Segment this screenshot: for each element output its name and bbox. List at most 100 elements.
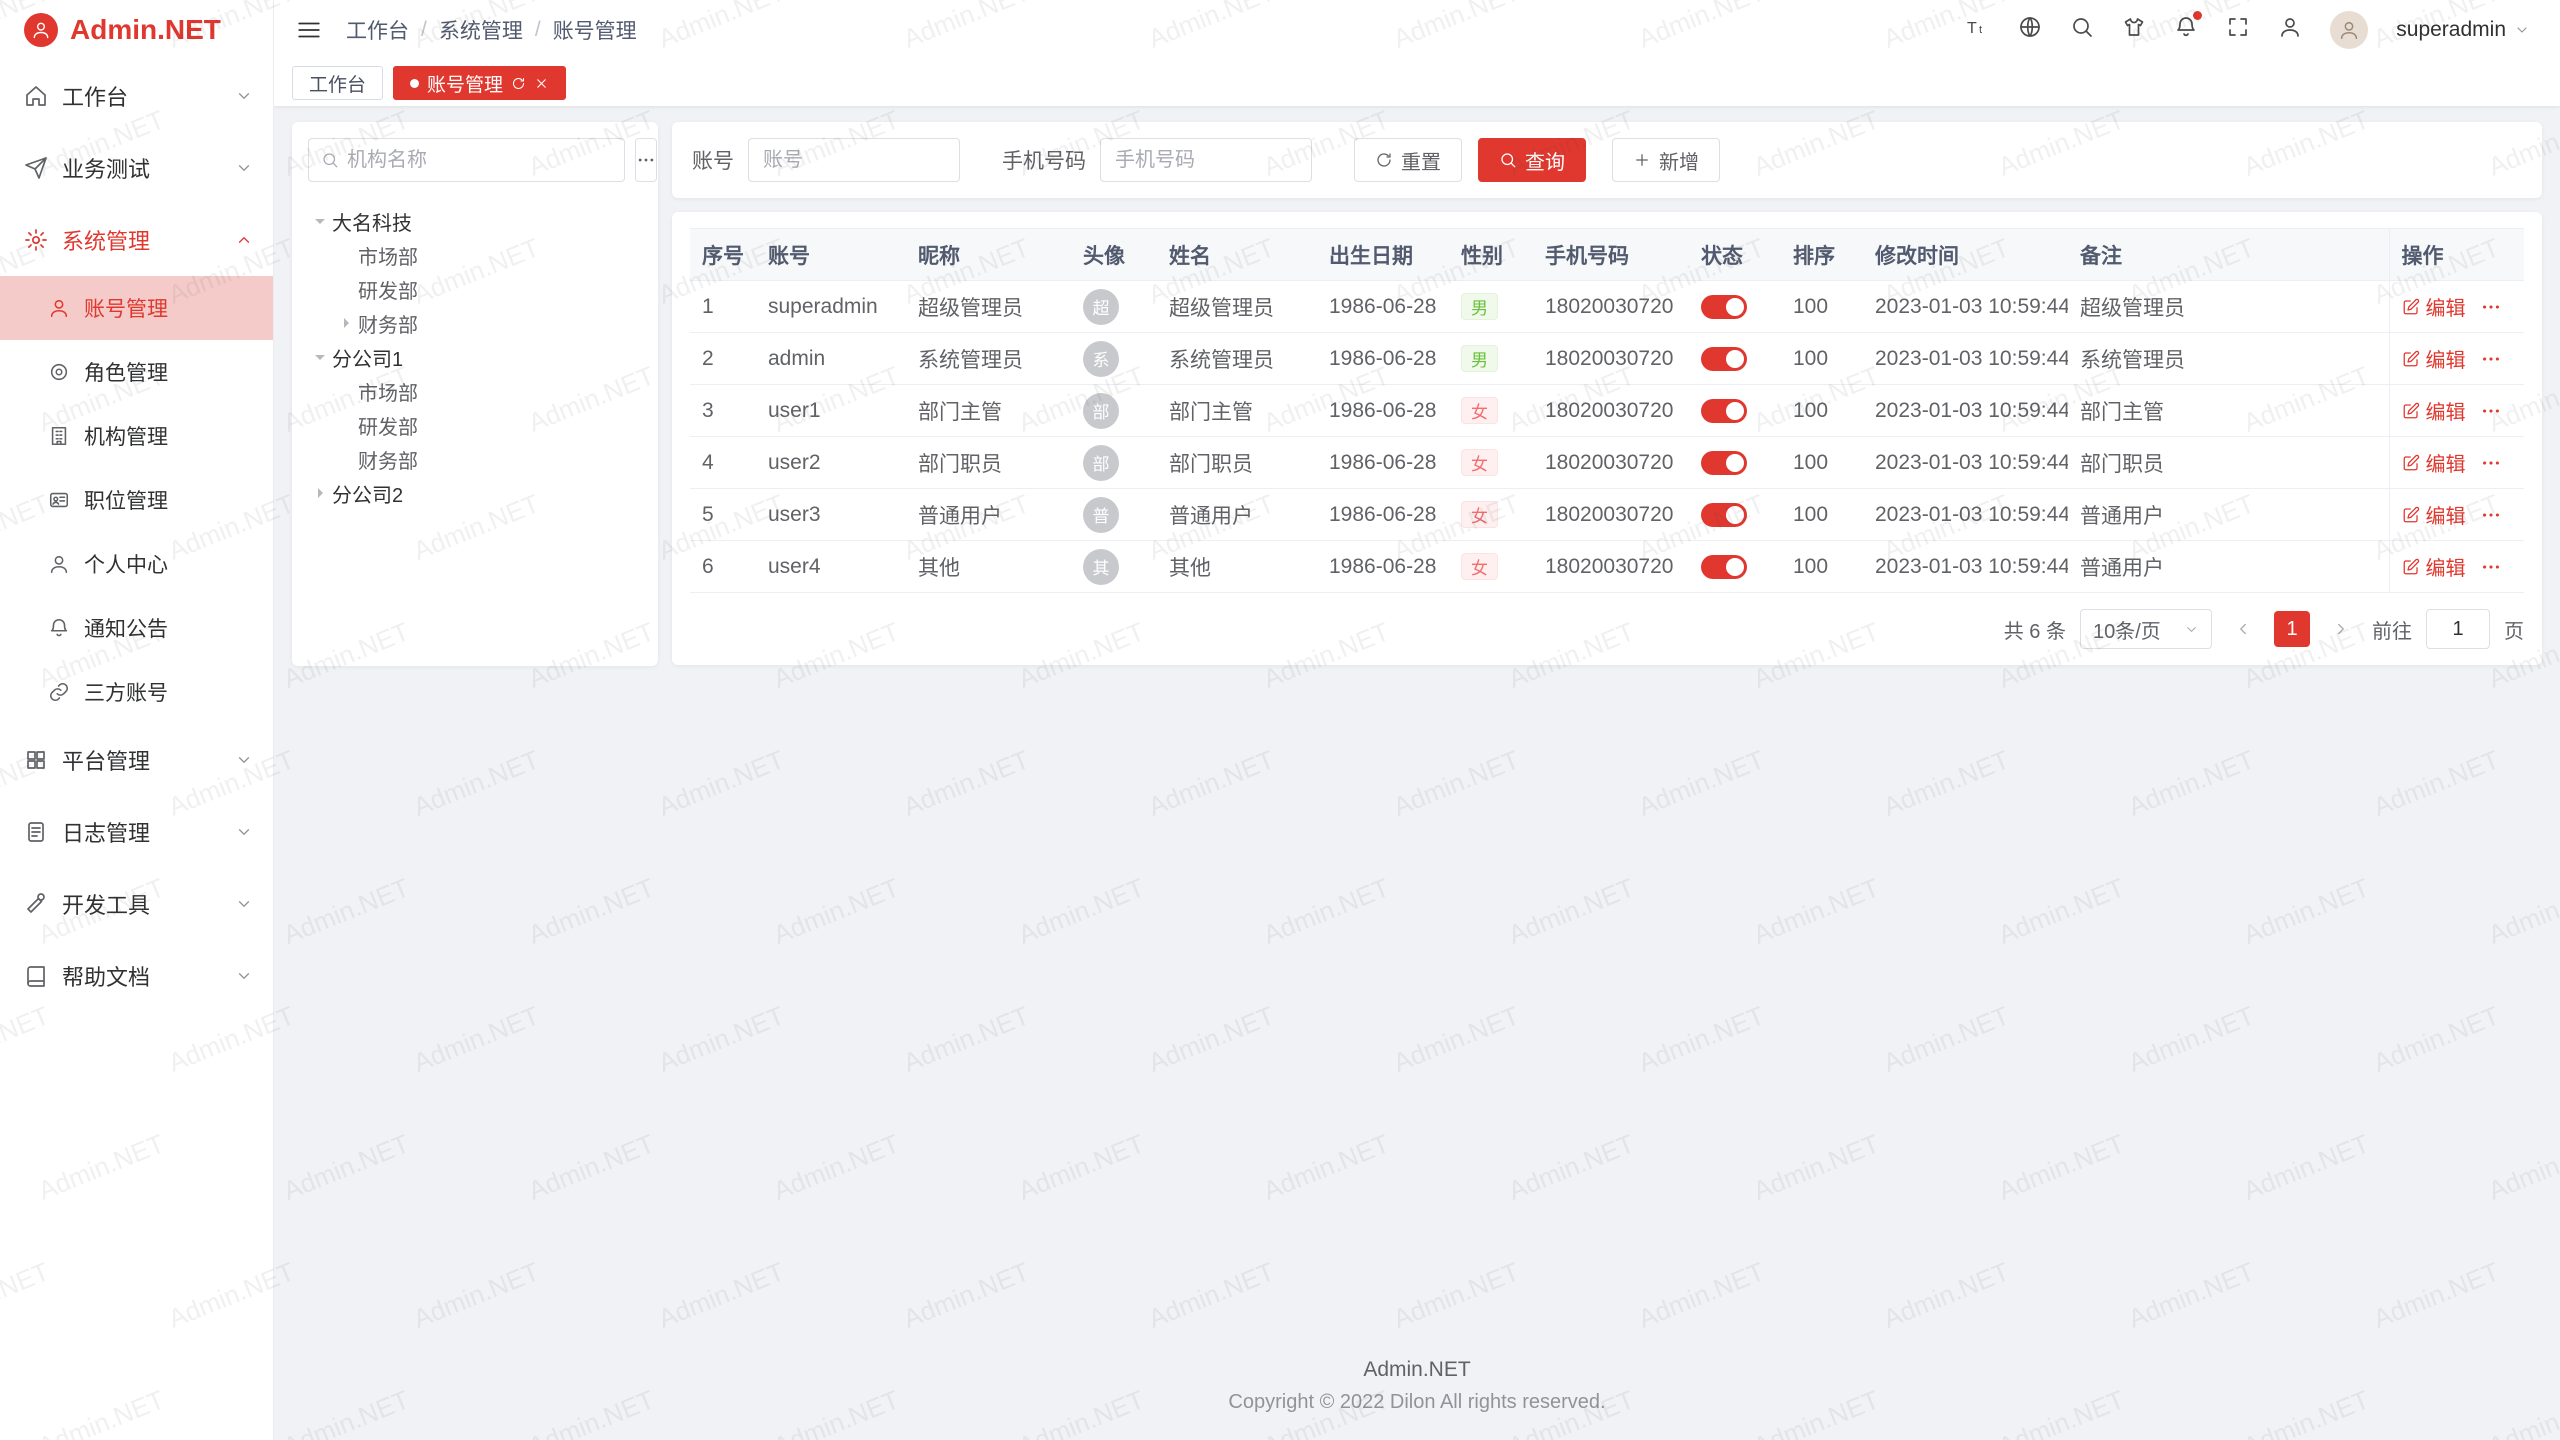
current-page-button[interactable]: 1 — [2274, 611, 2310, 647]
status-toggle[interactable] — [1701, 399, 1747, 423]
cell-nickname: 系统管理员 — [906, 333, 1071, 385]
row-more-icon[interactable] — [2480, 296, 2502, 318]
pagination-total: 共 6 条 — [2004, 615, 2066, 644]
tree-node[interactable]: 财务部 — [308, 442, 642, 476]
edit-button[interactable]: 编辑 — [2402, 552, 2466, 581]
sidebar-item-workbench[interactable]: 工作台 — [0, 60, 273, 132]
edit-button[interactable]: 编辑 — [2402, 448, 2466, 477]
language-icon[interactable] — [2018, 15, 2042, 45]
org-more-button[interactable] — [635, 138, 657, 182]
cell-modified-time: 2023-01-03 10:59:44 — [1863, 385, 2068, 437]
sidebar-item-system-mgmt[interactable]: 系统管理 — [0, 204, 273, 276]
profile-icon[interactable] — [2278, 15, 2302, 45]
font-size-icon[interactable]: Tt — [1966, 15, 1990, 45]
cell-modified-time: 2023-01-03 10:59:44 — [1863, 437, 2068, 489]
goto-page-input[interactable] — [2426, 609, 2490, 649]
sidebar-subitem-org-mgmt[interactable]: 机构管理 — [0, 404, 273, 468]
account-input[interactable] — [748, 138, 960, 182]
breadcrumb-item[interactable]: 系统管理 — [439, 15, 523, 45]
search-button[interactable]: 查询 — [1478, 138, 1586, 182]
row-more-icon[interactable] — [2480, 400, 2502, 422]
status-toggle[interactable] — [1701, 555, 1747, 579]
avatar-glyph — [2338, 19, 2360, 41]
sidebar-subitem-notice[interactable]: 通知公告 — [0, 596, 273, 660]
edit-button[interactable]: 编辑 — [2402, 500, 2466, 529]
sidebar-item-label: 日志管理 — [62, 816, 221, 848]
row-actions: 编辑 — [2402, 500, 2513, 529]
sidebar-item-biz-test[interactable]: 业务测试 — [0, 132, 273, 204]
tree-node[interactable]: 分公司2 — [308, 476, 642, 510]
status-toggle[interactable] — [1701, 347, 1747, 371]
tree-node[interactable]: 大名科技 — [308, 204, 642, 238]
sidebar-item-help-docs[interactable]: 帮助文档 — [0, 940, 273, 1012]
tree-node[interactable]: 研发部 — [308, 408, 642, 442]
tab-account-mgmt[interactable]: 账号管理 — [393, 66, 566, 100]
pagination: 共 6 条 10条/页 1 前往 页 — [690, 609, 2524, 649]
sidebar-subitem-role-mgmt[interactable]: 角色管理 — [0, 340, 273, 404]
cell-account: admin — [756, 333, 906, 385]
row-more-icon[interactable] — [2480, 504, 2502, 526]
cell-account: superadmin — [756, 281, 906, 333]
status-toggle[interactable] — [1701, 451, 1747, 475]
next-page-button[interactable] — [2324, 612, 2358, 646]
plus-icon — [1633, 151, 1651, 169]
user-avatar[interactable] — [2330, 11, 2368, 49]
edit-button[interactable]: 编辑 — [2402, 292, 2466, 321]
page-size-select[interactable]: 10条/页 — [2080, 609, 2212, 649]
sidebar-item-dev-tools[interactable]: 开发工具 — [0, 868, 273, 940]
tree-node[interactable]: 市场部 — [308, 238, 642, 272]
sidebar-item-label: 工作台 — [62, 80, 221, 112]
row-more-icon[interactable] — [2480, 348, 2502, 370]
cell-gender: 女 — [1449, 541, 1533, 593]
tree-caret-down-icon — [308, 345, 332, 369]
sidebar-item-log-mgmt[interactable]: 日志管理 — [0, 796, 273, 868]
edit-button[interactable]: 编辑 — [2402, 396, 2466, 425]
cell-operation: 编辑 — [2389, 333, 2524, 385]
row-avatar: 系 — [1083, 341, 1119, 377]
column-header: 姓名 — [1157, 229, 1317, 281]
prev-page-button[interactable] — [2226, 612, 2260, 646]
tree-node[interactable]: 研发部 — [308, 272, 642, 306]
breadcrumb-separator: / — [421, 18, 427, 42]
sidebar-subitem-account-mgmt[interactable]: 账号管理 — [0, 276, 273, 340]
sidebar-subitem-post-mgmt[interactable]: 职位管理 — [0, 468, 273, 532]
breadcrumb-item[interactable]: 工作台 — [346, 15, 409, 45]
user-table-card: 序号账号昵称头像姓名出生日期性别手机号码状态排序修改时间备注操作 1supera… — [672, 212, 2542, 665]
sidebar-subitem-label: 通知公告 — [84, 613, 168, 643]
profile-icon — [48, 553, 70, 575]
breadcrumb-item: 账号管理 — [553, 15, 637, 45]
column-header: 序号 — [690, 229, 756, 281]
sidebar-item-label: 开发工具 — [62, 888, 221, 920]
row-more-icon[interactable] — [2480, 556, 2502, 578]
tab-workbench[interactable]: 工作台 — [292, 66, 383, 100]
org-search-input[interactable] — [347, 149, 612, 172]
tree-node[interactable]: 财务部 — [308, 306, 642, 340]
sidebar-subitem-third-account[interactable]: 三方账号 — [0, 660, 273, 724]
app-logo[interactable]: Admin.NET — [0, 0, 273, 60]
column-header: 备注 — [2068, 229, 2389, 281]
search-icon[interactable] — [2070, 15, 2094, 45]
tree-node[interactable]: 市场部 — [308, 374, 642, 408]
theme-icon[interactable] — [2122, 15, 2146, 45]
tree-node[interactable]: 分公司1 — [308, 340, 642, 374]
status-toggle[interactable] — [1701, 503, 1747, 527]
app-logo-icon — [24, 13, 58, 47]
user-menu[interactable]: superadmin — [2396, 18, 2530, 42]
add-button[interactable]: 新增 — [1612, 138, 1720, 182]
tab-close-icon[interactable] — [534, 76, 549, 91]
post-icon — [48, 489, 70, 511]
edit-button[interactable]: 编辑 — [2402, 344, 2466, 373]
fullscreen-icon[interactable] — [2226, 15, 2250, 45]
row-actions: 编辑 — [2402, 344, 2513, 373]
sidebar-item-platform-mgmt[interactable]: 平台管理 — [0, 724, 273, 796]
phone-input[interactable] — [1100, 138, 1312, 182]
tree-node-label: 财务部 — [358, 309, 418, 338]
org-tree-panel: 大名科技市场部研发部财务部分公司1市场部研发部财务部分公司2 — [292, 122, 658, 666]
sidebar-subitem-personal-center[interactable]: 个人中心 — [0, 532, 273, 596]
reset-button[interactable]: 重置 — [1354, 138, 1462, 182]
menu-toggle-icon[interactable] — [296, 17, 322, 43]
app-title: Admin.NET — [70, 14, 221, 46]
notification-icon[interactable] — [2174, 15, 2198, 45]
status-toggle[interactable] — [1701, 295, 1747, 319]
row-more-icon[interactable] — [2480, 452, 2502, 474]
